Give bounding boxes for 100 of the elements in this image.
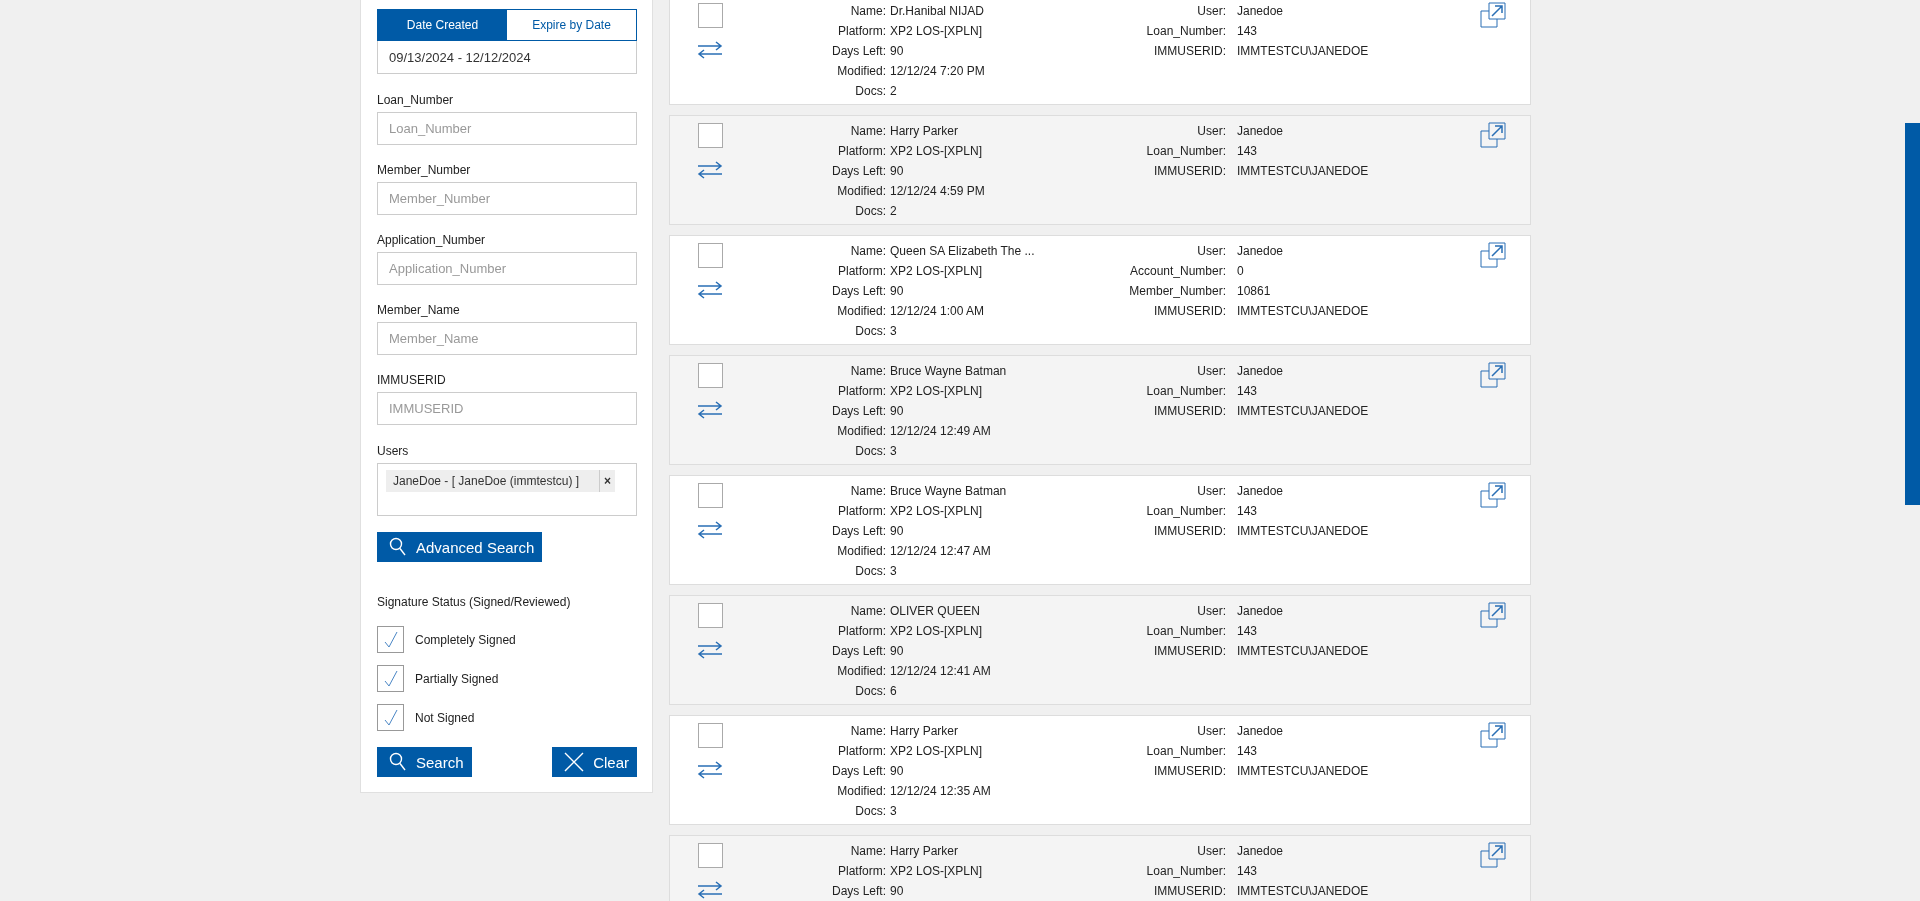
field-label: IMMUSERID: [1153,304,1226,318]
field-value: 12/12/24 12:41 AM [890,664,992,678]
field-label: Platform: [837,384,886,398]
swap-arrows-icon[interactable] [697,401,723,419]
users-select-field[interactable]: JaneDoe - [ JaneDoe (immtestcu) ] × [377,463,637,516]
field-value: 90 [890,404,905,418]
open-in-new-icon[interactable] [1480,362,1506,388]
field-label: User: [1196,604,1226,618]
field-value: 10861 [1237,284,1272,298]
field-label: Modified: [836,424,886,438]
search-icon [389,537,407,557]
advanced-search-button[interactable]: Advanced Search [377,532,543,562]
field-value: 2 [890,204,898,218]
swap-arrows-icon[interactable] [697,281,723,299]
field-value: 143 [1237,504,1259,518]
field-value: IMMTESTCU\JANEDOE [1237,764,1370,778]
field-label: User: [1196,724,1226,738]
swap-arrows-icon[interactable] [697,881,723,899]
checkbox[interactable] [377,704,404,731]
field-label: Days Left: [830,284,886,298]
field-label: Platform: [837,144,886,158]
field-value: 90 [890,524,905,538]
field-label: Modified: [836,184,886,198]
user-tag-text: JaneDoe - [ JaneDoe (immtestcu) ] [392,474,581,488]
checkbox[interactable] [377,665,404,692]
open-in-new-icon[interactable] [1480,2,1506,28]
field-value: Bruce Wayne Batman [890,364,1008,378]
checkbox[interactable] [697,123,723,148]
swap-arrows-icon[interactable] [697,161,723,179]
field-value: 143 [1237,144,1259,158]
field-value: 143 [1237,864,1259,878]
field-label: IMMUSERID: [1153,44,1226,58]
date-range-field[interactable]: 09/13/2024 - 12/12/2024 [377,41,637,74]
checkbox[interactable] [377,626,404,653]
field-label: Modified: [836,64,886,78]
checkbox[interactable] [697,363,723,388]
clear-button[interactable]: Clear [552,747,637,777]
input-field[interactable]: Member_Name [377,322,637,355]
field-label: Name: [849,844,886,858]
field-value: XP2 LOS-[XPLN] [890,264,984,278]
field-label: Member_Name [377,302,461,318]
field-label: Days Left: [830,644,886,658]
checkbox[interactable] [697,483,723,508]
field-value: XP2 LOS-[XPLN] [890,864,984,878]
field-value: IMMTESTCU\JANEDOE [1237,44,1370,58]
input-field[interactable]: Application_Number [377,252,637,285]
field-label: Days Left: [830,884,886,898]
field-value: 12/12/24 12:49 AM [890,424,992,438]
checkbox[interactable] [697,723,723,748]
field-label: IMMUSERID [377,372,447,388]
field-label: Days Left: [830,404,886,418]
side-panel-handle[interactable] [1905,123,1920,505]
swap-arrows-icon[interactable] [697,761,723,779]
field-label: Loan_Number: [1145,624,1226,638]
field-value: Janedoe [1237,124,1285,138]
field-label: Loan_Number: [1145,24,1226,38]
field-label: Docs: [854,684,886,698]
field-value: 90 [890,44,905,58]
swap-arrows-icon[interactable] [697,41,723,59]
open-in-new-icon[interactable] [1480,482,1506,508]
swap-arrows-icon[interactable] [697,641,723,659]
field-value: IMMTESTCU\JANEDOE [1237,404,1370,418]
field-label: Platform: [837,24,886,38]
input-field[interactable]: Member_Number [377,182,637,215]
checkmark-icon [383,630,398,649]
field-value: 143 [1237,744,1259,758]
open-in-new-icon[interactable] [1480,842,1506,868]
field-value: XP2 LOS-[XPLN] [890,504,984,518]
field-value: IMMTESTCU\JANEDOE [1237,884,1370,898]
field-label: IMMUSERID: [1153,524,1226,538]
field-value: 90 [890,644,905,658]
open-in-new-icon[interactable] [1480,242,1506,268]
field-value: 12/12/24 12:47 AM [890,544,992,558]
date-tab[interactable]: Date Created [378,10,507,40]
field-value: 12/12/24 12:35 AM [890,784,992,798]
field-label: Name: [849,124,886,138]
field-value: 12/12/24 7:20 PM [890,64,986,78]
open-in-new-icon[interactable] [1480,122,1506,148]
field-label: User: [1196,4,1226,18]
checkbox[interactable] [697,843,723,868]
field-label: Name: [849,604,886,618]
field-value: 3 [890,324,898,338]
input-field[interactable]: Loan_Number [377,112,637,145]
field-label: Member_Number: [1128,284,1226,298]
search-button[interactable]: Search [377,747,472,777]
checkbox[interactable] [697,243,723,268]
field-label: Docs: [854,564,886,578]
open-in-new-icon[interactable] [1480,722,1506,748]
open-in-new-icon[interactable] [1480,602,1506,628]
field-label: Modified: [836,664,886,678]
checkbox-label: Partially Signed [415,671,499,686]
field-label: IMMUSERID: [1153,404,1226,418]
input-field[interactable]: IMMUSERID [377,392,637,425]
field-value: XP2 LOS-[XPLN] [890,624,984,638]
checkbox[interactable] [697,3,723,28]
field-label: IMMUSERID: [1153,644,1226,658]
field-value: 143 [1237,624,1259,638]
checkbox[interactable] [697,603,723,628]
swap-arrows-icon[interactable] [697,521,723,539]
field-value: 2 [890,84,898,98]
